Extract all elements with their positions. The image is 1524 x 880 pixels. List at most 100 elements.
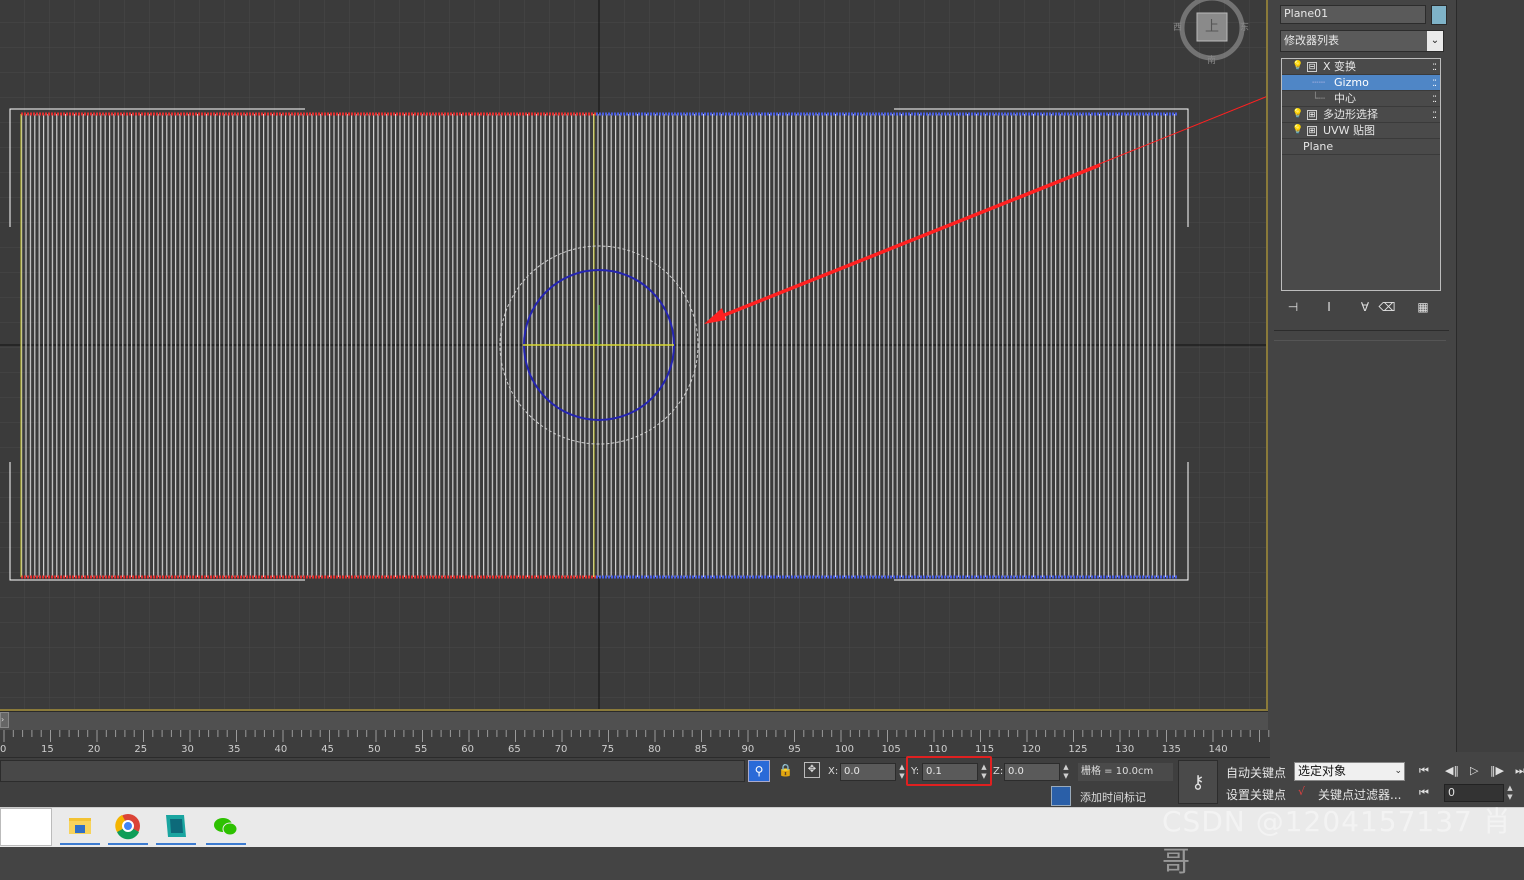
go-to-start-icon[interactable]: ⏮ — [1419, 764, 1429, 778]
track-tick-label: 40 — [274, 744, 288, 755]
viewcube-east-label: 东 — [1240, 23, 1250, 33]
handle-dots-icon: ⁚⁚ — [1432, 63, 1437, 73]
chevron-down-icon[interactable]: ⌄ — [1394, 763, 1402, 780]
chrome-icon[interactable] — [108, 809, 148, 845]
show-end-result-icon[interactable]: Ⅰ — [1320, 298, 1338, 316]
annotation-highlight-box — [906, 756, 992, 786]
3ds-max-icon[interactable] — [156, 809, 196, 845]
z-label: Z: — [993, 766, 1004, 777]
time-tag-icon[interactable] — [1051, 786, 1071, 806]
remove-modifier-icon[interactable]: ⌫ — [1378, 298, 1396, 316]
absolute-mode-icon[interactable]: ✥ — [804, 762, 820, 778]
taskbar-search-box[interactable] — [0, 808, 52, 846]
panel-divider — [1274, 330, 1449, 331]
track-tick-label: 70 — [554, 744, 568, 755]
key-mode-value: 选定对象 — [1298, 764, 1347, 778]
modifier-list-label: 修改器列表 — [1284, 34, 1339, 47]
key-mode-toggle-icon[interactable]: ⏮ — [1419, 786, 1429, 800]
track-tick-label: 130 — [1115, 744, 1135, 755]
viewcube-face-label[interactable]: 上 — [1205, 16, 1219, 36]
time-slider-arrow-icon[interactable]: › — [0, 712, 9, 728]
configure-sets-icon[interactable]: ▦ — [1414, 298, 1432, 316]
stack-item-label: 中心 — [1334, 92, 1356, 105]
auto-key-button[interactable]: 自动关键点 — [1226, 764, 1286, 781]
stack-item-label: X 变换 — [1323, 60, 1357, 73]
track-tick-label: 110 — [928, 744, 948, 755]
handle-dots-icon: ⁚⁚ — [1432, 111, 1437, 121]
x-coordinate-field[interactable]: 0.0 — [840, 763, 896, 781]
file-explorer-icon[interactable] — [60, 809, 100, 845]
track-tick-label: 135 — [1161, 744, 1181, 755]
track-tick-label: 15 — [41, 744, 54, 755]
x-spinner-icon[interactable]: ▲ ▼ — [898, 763, 906, 781]
track-tick-label: 105 — [881, 744, 901, 755]
stack-item-xform[interactable]: 💡 ⊟ X 变换 ⁚⁚ — [1282, 59, 1440, 75]
viewcube-west-label: 西 — [1173, 23, 1183, 33]
track-tick-label: 85 — [694, 744, 708, 755]
panel-divider — [1274, 340, 1446, 341]
stack-item-label: Gizmo — [1334, 76, 1369, 89]
z-coordinate-field[interactable]: 0.0 — [1004, 763, 1060, 781]
watermark-text: CSDN @1204157137 肖哥 — [1162, 805, 1512, 878]
track-tick-label: 20 — [87, 744, 101, 755]
lightbulb-icon[interactable]: 💡 — [1292, 61, 1303, 71]
go-to-end-icon[interactable]: ⏭ — [1515, 764, 1524, 778]
handle-dots-icon: ⁚⁚ — [1432, 95, 1437, 105]
pin-stack-icon[interactable]: ⊣ — [1284, 298, 1302, 316]
add-time-tag-label[interactable]: 添加时间标记 — [1080, 789, 1146, 805]
top-viewport[interactable]: 上 西 东 南 — [0, 0, 1268, 711]
previous-frame-icon[interactable]: ◀‖ — [1445, 764, 1459, 777]
track-tick-label: 115 — [975, 744, 995, 755]
stack-item-gizmo[interactable]: ┄┄ Gizmo ⁚⁚ — [1282, 75, 1440, 91]
track-tick-label: 45 — [321, 744, 334, 755]
chevron-down-icon[interactable]: ⌄ — [1427, 31, 1443, 51]
expand-icon[interactable]: ⊞ — [1307, 110, 1317, 120]
tree-line-icon: ┄┄ — [1312, 76, 1326, 89]
make-unique-icon[interactable]: ∀ — [1356, 298, 1374, 316]
stack-item-label: 多边形选择 — [1323, 108, 1378, 121]
track-tick-label: 125 — [1068, 744, 1088, 755]
lightbulb-icon[interactable]: 💡 — [1292, 125, 1303, 135]
stack-item-center[interactable]: └┄ 中心 ⁚⁚ — [1282, 91, 1440, 107]
wechat-icon[interactable] — [206, 809, 246, 845]
time-slider[interactable] — [0, 711, 1268, 730]
lightbulb-icon[interactable]: 💡 — [1292, 109, 1303, 119]
lock-icon[interactable]: 🔒 — [778, 763, 793, 777]
collapse-icon[interactable]: ⊟ — [1307, 62, 1317, 72]
track-tick-label: 100 — [834, 744, 854, 755]
stack-toolbar: ⊣ Ⅰ ∀ ⌫ ▦ — [1280, 298, 1442, 318]
prompt-line[interactable] — [0, 760, 745, 782]
object-color-swatch[interactable] — [1431, 5, 1447, 25]
play-icon[interactable]: ▷ — [1470, 764, 1478, 777]
expand-icon[interactable]: ⊞ — [1307, 126, 1317, 136]
viewport-canvas[interactable] — [0, 0, 1268, 711]
handle-dots-icon: ⁚⁚ — [1432, 79, 1437, 89]
track-tick-label: 25 — [134, 744, 148, 755]
track-tick-label: 75 — [601, 744, 615, 755]
track-tick-label: 65 — [508, 744, 521, 755]
track-tick-label: 35 — [227, 744, 241, 755]
stack-item-label: UVW 贴图 — [1323, 124, 1375, 137]
modifier-list-dropdown[interactable]: 修改器列表 ⌄ — [1280, 30, 1444, 52]
track-tick-label: 50 — [367, 744, 381, 755]
track-tick-label: 55 — [414, 744, 428, 755]
track-tick-label: 30 — [181, 744, 194, 755]
z-spinner-icon[interactable]: ▲ ▼ — [1062, 763, 1070, 781]
track-tick-label: 95 — [788, 744, 801, 755]
track-tick-label: 60 — [461, 744, 475, 755]
next-frame-icon[interactable]: ‖▶ — [1490, 764, 1504, 777]
set-key-icon[interactable]: ⚷ — [1178, 760, 1218, 804]
key-mode-dropdown[interactable]: 选定对象 ⌄ — [1294, 762, 1405, 781]
track-tick-label: 90 — [741, 744, 755, 755]
track-tick-label: 120 — [1021, 744, 1041, 755]
viewcube-south-label: 南 — [1207, 56, 1217, 66]
grid-size-readout: 栅格 = 10.0cm — [1078, 763, 1173, 781]
isolate-selection-icon[interactable]: ⚲ — [748, 760, 770, 782]
stack-item-plane[interactable]: Plane — [1282, 139, 1440, 155]
track-tick-label: 0 — [0, 744, 7, 755]
stack-item-poly-select[interactable]: 💡 ⊞ 多边形选择 ⁚⁚ — [1282, 107, 1440, 123]
modifier-stack[interactable]: 💡 ⊟ X 变换 ⁚⁚ ┄┄ Gizmo ⁚⁚ └┄ 中心 ⁚⁚ 💡 ⊞ 多边形… — [1281, 58, 1441, 291]
viewcube[interactable]: 上 西 东 南 — [1173, 0, 1250, 66]
object-name-field[interactable]: Plane01 — [1280, 5, 1426, 24]
stack-item-uvw-map[interactable]: 💡 ⊞ UVW 贴图 — [1282, 123, 1440, 139]
